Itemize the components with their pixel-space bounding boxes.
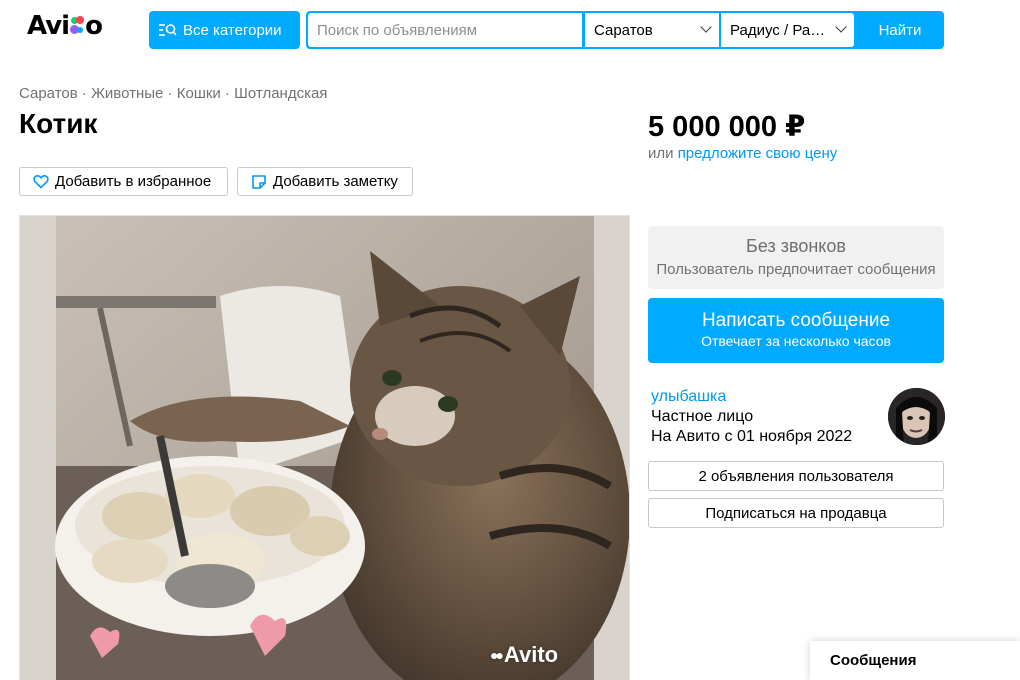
add-note-label: Добавить заметку <box>273 173 398 190</box>
price-offer: или предложите свою цену <box>648 145 837 162</box>
chevron-down-icon <box>700 21 712 33</box>
cat-with-dumplings-image <box>20 216 629 680</box>
search-input[interactable] <box>308 13 582 47</box>
page-title: Котик <box>19 108 98 139</box>
seller-avatar-image <box>888 388 945 445</box>
offer-price-link[interactable]: предложите свою цену <box>678 145 838 162</box>
write-message-subtitle: Отвечает за несколько часов <box>701 333 891 349</box>
breadcrumb-item-city[interactable]: Саратов <box>19 85 78 102</box>
seller-since: На Авито с 01 ноября 2022 <box>651 428 853 445</box>
logo-text-right: o <box>85 11 103 41</box>
avito-watermark: ●● Avito <box>490 642 558 668</box>
seller-type: Частное лицо <box>651 408 754 425</box>
heart-icon <box>33 175 49 189</box>
watermark-text: Avito <box>503 642 559 667</box>
breadcrumb-item-cats[interactable]: Кошки <box>177 85 221 102</box>
add-note-button[interactable]: Добавить заметку <box>237 167 413 196</box>
logo-text-left: Avi <box>27 11 70 41</box>
find-button[interactable]: Найти <box>856 11 944 49</box>
seller-listings-button[interactable]: 2 объявления пользователя <box>648 461 944 491</box>
breadcrumb-item-scottish[interactable]: Шотландская <box>234 85 327 102</box>
search-list-icon <box>159 24 177 36</box>
watermark-dots-icon: ●● <box>490 647 504 663</box>
no-calls-notice: Без звонков Пользователь предпочитает со… <box>648 226 944 289</box>
seller-name-link[interactable]: улыбашка <box>651 388 726 406</box>
breadcrumb-separator: · <box>220 85 235 102</box>
no-calls-subtitle: Пользователь предпочитает сообщения <box>656 261 936 278</box>
listing-photo[interactable]: ●● Avito <box>19 215 630 680</box>
breadcrumb-separator: · <box>163 85 177 102</box>
all-categories-button[interactable]: Все категории <box>149 11 300 49</box>
all-categories-label: Все категории <box>183 21 282 39</box>
logo-dots-icon <box>70 15 85 37</box>
breadcrumb: Саратов · Животные · Кошки · Шотландская <box>19 85 327 102</box>
chevron-down-icon <box>835 21 847 33</box>
price: 5 000 000 ₽ <box>648 111 806 143</box>
messages-tab[interactable]: Сообщения <box>810 641 1020 680</box>
radius-select-value: Радиус / Ра… <box>730 21 826 39</box>
write-message-title: Написать сообщение <box>701 310 891 331</box>
subscribe-seller-button[interactable]: Подписаться на продавца <box>648 498 944 528</box>
note-icon <box>252 174 266 189</box>
breadcrumb-item-animals[interactable]: Животные <box>91 85 163 102</box>
avito-logo[interactable]: Avi o <box>27 10 103 42</box>
add-to-favorites-label: Добавить в избранное <box>55 173 212 190</box>
no-calls-title: Без звонков <box>746 236 846 256</box>
offer-prefix: или <box>648 145 678 162</box>
breadcrumb-separator: · <box>77 85 92 102</box>
city-select[interactable]: Саратов <box>585 13 719 47</box>
avatar[interactable] <box>888 388 945 445</box>
write-message-button[interactable]: Написать сообщение Отвечает за несколько… <box>648 298 944 363</box>
radius-select[interactable]: Радиус / Ра… <box>721 13 854 47</box>
city-select-value: Саратов <box>594 21 653 39</box>
add-to-favorites-button[interactable]: Добавить в избранное <box>19 167 228 196</box>
